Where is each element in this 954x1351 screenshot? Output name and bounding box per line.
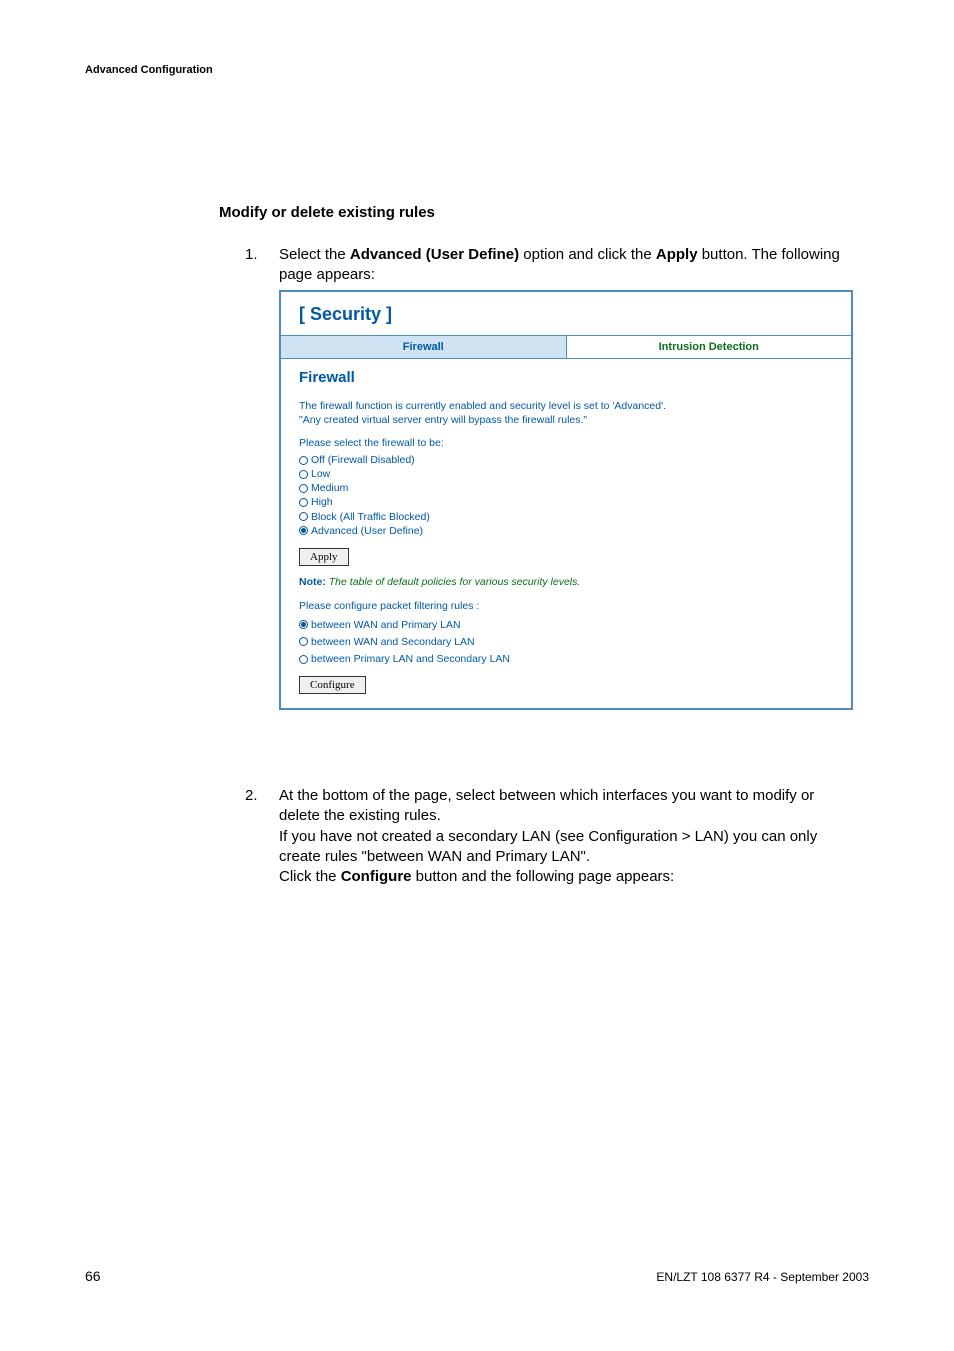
radio-icon: [299, 470, 308, 479]
radio-option[interactable]: Block (All Traffic Blocked): [299, 510, 833, 524]
radio-option[interactable]: between WAN and Secondary LAN: [299, 635, 833, 649]
configure-button[interactable]: Configure: [299, 676, 366, 694]
firewall-subtitle: Firewall: [299, 369, 833, 386]
screenshot-panel: [ Security ] Firewall Intrusion Detectio…: [279, 290, 853, 710]
step-2-number: 2.: [245, 786, 258, 806]
step-2-line-3-suffix: button and the following page appears:: [412, 868, 675, 885]
radio-option[interactable]: High: [299, 495, 833, 509]
radio-icon: [299, 498, 308, 507]
step-2-line-2: If you have not created a secondary LAN …: [279, 828, 817, 865]
radio-label: between WAN and Secondary LAN: [311, 635, 475, 649]
radio-icon: [299, 620, 308, 629]
section-title: Modify or delete existing rules: [219, 204, 435, 221]
page-header: Advanced Configuration: [85, 64, 213, 76]
radio-icon: [299, 484, 308, 493]
page-number: 66: [85, 1268, 101, 1284]
firewall-status-text: The firewall function is currently enabl…: [299, 400, 833, 427]
step-2-line-3-bold: Configure: [341, 868, 412, 885]
radio-label: Off (Firewall Disabled): [311, 453, 415, 467]
note-line: Note: The table of default policies for …: [299, 576, 833, 588]
footer-right: EN/LZT 108 6377 R4 - September 2003: [656, 1270, 869, 1284]
step-1-bold-2: Apply: [656, 246, 698, 263]
radio-icon: [299, 512, 308, 521]
screenshot-title: [ Security ]: [281, 292, 851, 335]
radio-icon: [299, 655, 308, 664]
radio-label: Medium: [311, 481, 348, 495]
select-prompt: Please select the firewall to be:: [299, 437, 833, 451]
radio-icon: [299, 637, 308, 646]
radio-label: Advanced (User Define): [311, 524, 423, 538]
step-2-line-1: At the bottom of the page, select betwee…: [279, 787, 814, 824]
note-label: Note:: [299, 576, 326, 588]
step-2: 2. At the bottom of the page, select bet…: [249, 786, 854, 887]
tab-row: Firewall Intrusion Detection: [281, 335, 851, 359]
radio-icon: [299, 456, 308, 465]
note-text: The table of default policies for variou…: [329, 576, 581, 588]
interface-radios: between WAN and Primary LAN between WAN a…: [299, 618, 833, 667]
step-1-text-2: option and click the: [519, 246, 656, 263]
radio-icon: [299, 526, 308, 535]
step-2-line-3-prefix: Click the: [279, 868, 341, 885]
tab-firewall[interactable]: Firewall: [281, 336, 567, 358]
radio-option[interactable]: between Primary LAN and Secondary LAN: [299, 652, 833, 666]
step-1-bold-1: Advanced (User Define): [350, 246, 519, 263]
configure-prompt: Please configure packet filtering rules …: [299, 600, 833, 614]
radio-option[interactable]: between WAN and Primary LAN: [299, 618, 833, 632]
step-1: 1. Select the Advanced (User Define) opt…: [249, 245, 854, 286]
radio-option[interactable]: Low: [299, 467, 833, 481]
radio-option[interactable]: Off (Firewall Disabled): [299, 453, 833, 467]
radio-label: High: [311, 495, 333, 509]
status-line-2: "Any created virtual server entry will b…: [299, 414, 587, 426]
radio-label: Block (All Traffic Blocked): [311, 510, 430, 524]
radio-label: between WAN and Primary LAN: [311, 618, 461, 632]
radio-label: between Primary LAN and Secondary LAN: [311, 652, 510, 666]
step-1-text-1: Select the: [279, 246, 350, 263]
radio-option[interactable]: Advanced (User Define): [299, 524, 833, 538]
radio-option[interactable]: Medium: [299, 481, 833, 495]
screenshot-body: Firewall The firewall function is curren…: [281, 359, 851, 708]
tab-intrusion[interactable]: Intrusion Detection: [567, 336, 852, 358]
apply-button[interactable]: Apply: [299, 548, 349, 566]
firewall-level-radios: Off (Firewall Disabled)LowMediumHighBloc…: [299, 453, 833, 538]
status-line-1: The firewall function is currently enabl…: [299, 400, 666, 412]
radio-label: Low: [311, 467, 330, 481]
step-1-number: 1.: [245, 245, 258, 265]
